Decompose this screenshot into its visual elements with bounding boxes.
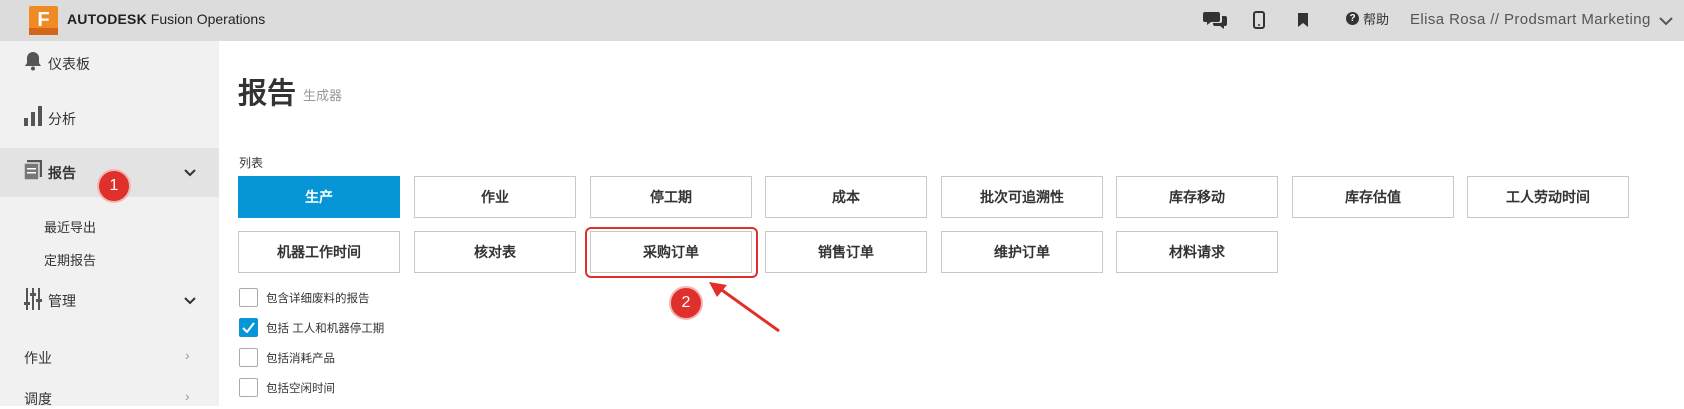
fusion-logo[interactable]: F: [29, 6, 58, 35]
checkbox[interactable]: [239, 288, 258, 307]
checkbox[interactable]: [239, 378, 258, 397]
report-type-production[interactable]: 生产: [238, 176, 400, 218]
list-label: 列表: [239, 156, 264, 170]
sidebar-item-manage[interactable]: 管理: [0, 278, 219, 324]
report-type-sales-orders[interactable]: 销售订单: [765, 231, 927, 273]
sidebar-subitem-recent-exports[interactable]: 最近导出: [44, 217, 96, 236]
chat-icon[interactable]: [1203, 8, 1227, 32]
page-subtitle: 生成器: [303, 88, 343, 103]
checkbox-label: 包括消耗产品: [266, 352, 335, 365]
bar-chart-icon: [24, 106, 42, 131]
annotation-arrow-icon: [709, 282, 780, 333]
report-type-material-requests[interactable]: 材料请求: [1116, 231, 1278, 273]
brand-bold: AUTODESK: [67, 11, 147, 27]
report-type-downtime[interactable]: 停工期: [590, 176, 752, 218]
option-detailed-scrap[interactable]: 包含详细废料的报告: [239, 288, 370, 307]
report-type-cost[interactable]: 成本: [765, 176, 927, 218]
checkbox-label: 包括 工人和机器停工期: [266, 322, 385, 335]
report-type-inventory-valuation[interactable]: 库存估值: [1292, 176, 1454, 218]
report-icon: [23, 160, 42, 185]
sidebar-subitem-scheduled-reports[interactable]: 定期报告: [44, 250, 96, 269]
report-type-checklist[interactable]: 核对表: [414, 231, 576, 273]
brand-name: AUTODESK Fusion Operations: [67, 11, 265, 27]
step-badge-2: 2: [669, 286, 703, 320]
sidebar: 仪表板 分析 报告 最近导出 定期报告 管理 作业 › 调度 ›: [0, 41, 219, 409]
report-type-batch-traceability[interactable]: 批次可追溯性: [941, 176, 1103, 218]
sidebar-label: 报告: [48, 164, 76, 181]
option-include-downtime[interactable]: 包括 工人和机器停工期: [239, 318, 384, 337]
brand-product: Fusion Operations: [150, 11, 266, 27]
sidebar-label: 分析: [48, 110, 76, 127]
chevron-right-icon[interactable]: ›: [185, 388, 190, 404]
sidebar-label: 管理: [48, 293, 76, 309]
mobile-icon[interactable]: [1253, 8, 1265, 32]
help-label: 帮助: [1363, 12, 1390, 27]
chevron-down-icon[interactable]: [1659, 13, 1673, 31]
bookmark-icon[interactable]: [1297, 8, 1309, 32]
checkmark-icon: [242, 322, 255, 333]
page-title: 报告: [238, 78, 297, 110]
bell-icon: [24, 51, 42, 76]
checkbox[interactable]: [239, 348, 258, 367]
report-type-jobs[interactable]: 作业: [414, 176, 576, 218]
highlight-box: [585, 227, 758, 278]
user-account-menu[interactable]: Elisa Rosa // Prodsmart Marketing: [1410, 11, 1651, 28]
checkbox-checked[interactable]: [239, 318, 258, 337]
report-type-machine-work-time[interactable]: 机器工作时间: [238, 231, 400, 273]
chevron-down-icon[interactable]: [184, 164, 196, 182]
logo-letter: F: [37, 9, 50, 31]
checkbox-label: 包含详细废料的报告: [266, 292, 370, 305]
chevron-right-icon[interactable]: ›: [185, 347, 190, 363]
sliders-icon: [24, 287, 42, 315]
sidebar-item-dashboard[interactable]: 仪表板: [0, 41, 219, 86]
sidebar-label: 仪表板: [48, 55, 90, 72]
sidebar-item-analysis[interactable]: 分析: [0, 96, 219, 141]
step-badge-1: 1: [97, 169, 131, 203]
report-type-maintenance-orders[interactable]: 维护订单: [941, 231, 1103, 273]
option-include-idle-time[interactable]: 包括空闲时间: [239, 378, 335, 397]
top-bar: F AUTODESK Fusion Operations ? 帮助 Elisa …: [0, 0, 1684, 41]
checkbox-label: 包括空闲时间: [266, 382, 335, 395]
sidebar-item-jobs[interactable]: 作业: [24, 348, 52, 368]
sidebar-item-scheduling[interactable]: 调度: [24, 389, 52, 409]
option-include-consumed-products[interactable]: 包括消耗产品: [239, 348, 335, 367]
report-type-inventory-movement[interactable]: 库存移动: [1116, 176, 1278, 218]
report-type-worker-labor-time[interactable]: 工人劳动时间: [1467, 176, 1629, 218]
chevron-down-icon[interactable]: [184, 292, 196, 310]
help-link[interactable]: ? 帮助: [1346, 9, 1389, 28]
help-icon: ?: [1346, 12, 1359, 25]
